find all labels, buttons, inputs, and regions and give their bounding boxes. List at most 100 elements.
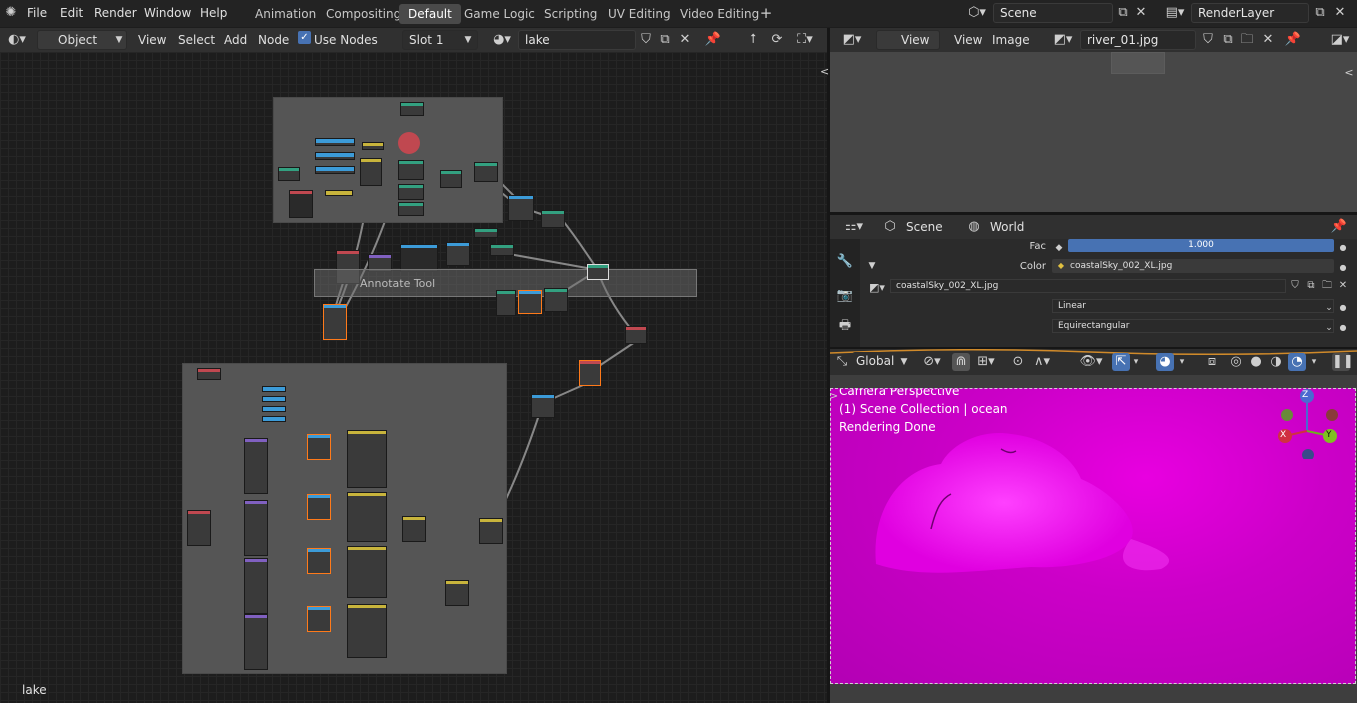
unlink-material-icon[interactable]: ✕ <box>677 31 693 49</box>
tab-video-editing[interactable]: Video Editing <box>671 4 768 24</box>
render-tab-icon[interactable]: 📷 <box>836 287 854 305</box>
pin-icon[interactable]: 📌 <box>1284 31 1302 49</box>
overlay-icon[interactable]: ⟳ <box>768 31 786 49</box>
xray-icon[interactable]: ⧈ <box>1204 353 1220 371</box>
rendered-shading-icon[interactable]: ◔ <box>1288 353 1306 371</box>
ne-menu-add[interactable]: Add <box>224 31 247 49</box>
fac-slider[interactable]: 1.000 <box>1068 239 1334 252</box>
chevron-down-icon[interactable]: ▾ <box>1130 353 1142 371</box>
visibility-icon[interactable]: 👁▾ <box>1076 353 1106 371</box>
editor-type-icon[interactable]: ◐▾ <box>4 31 30 49</box>
material-shading-icon[interactable]: ◑ <box>1268 353 1284 371</box>
duplicate-layer-icon[interactable]: ⧉ <box>1311 4 1329 22</box>
close-layer-icon[interactable]: ✕ <box>1333 4 1347 22</box>
menu-render[interactable]: Render <box>94 4 137 22</box>
duplicate-image-icon[interactable]: ⧉ <box>1220 31 1236 49</box>
animate-dot-icon[interactable]: ● <box>1338 239 1348 257</box>
editor-type-icon[interactable]: ⚏▾ <box>840 218 868 236</box>
pause-render-icon[interactable]: ❚❚ <box>1332 353 1354 371</box>
keyframe-icon[interactable]: ◆ <box>1054 239 1064 257</box>
tab-default[interactable]: Default <box>399 4 461 24</box>
breadcrumb-world[interactable]: World <box>990 218 1024 236</box>
fake-user-shield-icon[interactable]: ⛉ <box>1288 277 1302 295</box>
ne-menu-view[interactable]: View <box>138 31 166 49</box>
scene-name-field[interactable]: Scene <box>993 3 1113 23</box>
display-channels-icon[interactable]: ◪▾ <box>1326 31 1354 49</box>
image-datablock-field[interactable]: coastalSky_002_XL.jpg <box>890 279 1286 293</box>
snap-icon[interactable]: ⋒ <box>952 353 970 371</box>
duplicate-scene-icon[interactable]: ⧉ <box>1114 4 1132 22</box>
properties-tab-bar: 🔧 📷 🖶 <box>830 239 860 347</box>
snapping-icon[interactable]: ⛶▾ <box>790 31 820 49</box>
image-name-field[interactable]: river_01.jpg <box>1080 30 1196 50</box>
fac-label: Fac <box>1029 241 1046 252</box>
use-nodes-label: Use Nodes <box>314 33 378 47</box>
menu-file[interactable]: File <box>27 4 47 22</box>
render-layer-field[interactable]: RenderLayer <box>1191 3 1309 23</box>
sidebar-toggle-icon[interactable]: < <box>1343 64 1355 82</box>
image-browse-icon[interactable]: ◩▾ <box>866 279 888 297</box>
pivot-point-icon[interactable]: ⊘▾ <box>918 353 946 371</box>
color-input-field[interactable]: coastalSky_002_XL.jpg <box>1052 259 1334 273</box>
falloff-icon[interactable]: ∧▾ <box>1028 353 1056 371</box>
fake-user-shield-icon[interactable]: ⛉ <box>1200 31 1216 49</box>
solid-shading-icon[interactable]: ● <box>1248 353 1264 371</box>
close-scene-icon[interactable]: ✕ <box>1134 4 1148 22</box>
ie-menu-image[interactable]: Image <box>992 31 1030 49</box>
navigation-gizmo[interactable] <box>1276 389 1346 459</box>
ne-menu-node[interactable]: Node <box>258 31 289 49</box>
breadcrumb-scene[interactable]: Scene <box>906 218 943 236</box>
add-workspace-icon[interactable]: + <box>758 4 774 22</box>
animate-dot-icon[interactable]: ● <box>1338 299 1348 317</box>
use-nodes-checkbox[interactable]: ✓ <box>298 31 311 44</box>
wireframe-shading-icon[interactable]: ◎ <box>1228 353 1244 371</box>
pin-icon[interactable]: 📌 <box>1330 218 1348 236</box>
ne-menu-select[interactable]: Select <box>178 31 215 49</box>
gizmo-icon[interactable]: ⇱ <box>1112 353 1130 371</box>
node-frame[interactable] <box>182 363 507 674</box>
open-folder-icon[interactable]: 🗀 <box>1320 277 1334 295</box>
proportional-edit-icon[interactable]: ⊙ <box>1010 353 1026 371</box>
parent-tree-icon[interactable]: ⭡ <box>744 31 762 49</box>
material-name-field[interactable]: lake <box>518 30 636 50</box>
menu-help[interactable]: Help <box>200 4 227 22</box>
menu-edit[interactable]: Edit <box>60 4 83 22</box>
render-layer-icon[interactable]: ▤▾ <box>1162 4 1188 22</box>
projection-dropdown[interactable]: Equirectangular <box>1052 319 1334 333</box>
editor-type-icon[interactable]: ◩▾ <box>838 31 866 49</box>
toolbar-toggle-icon[interactable]: > <box>829 388 839 406</box>
animate-dot-icon[interactable]: ● <box>1338 259 1348 277</box>
pin-icon[interactable]: 📌 <box>704 31 722 49</box>
image-editor-canvas[interactable]: < <box>830 52 1357 212</box>
menu-window[interactable]: Window <box>144 4 191 22</box>
animate-dot-icon[interactable]: ● <box>1338 319 1348 337</box>
output-tab-icon[interactable]: 🖶 <box>836 317 854 335</box>
ie-menu-view[interactable]: View <box>954 31 982 49</box>
transform-orientation-icon[interactable]: ⤡ <box>834 353 850 371</box>
material-browse-icon[interactable]: ◕▾ <box>488 31 516 49</box>
overlays-icon[interactable]: ◕ <box>1156 353 1174 371</box>
open-folder-icon[interactable]: 🗀 <box>1238 31 1256 49</box>
unlink-image-icon[interactable]: ✕ <box>1260 31 1276 49</box>
tool-tab-icon[interactable]: 🔧 <box>836 253 854 271</box>
chevron-down-icon[interactable]: ▾ <box>1176 353 1188 371</box>
properties-header: ⚏▾ ⬡ Scene ◍ World 📌 <box>830 215 1357 239</box>
interpolation-dropdown[interactable]: Linear <box>1052 299 1334 313</box>
tab-uv-editing[interactable]: UV Editing <box>599 4 680 24</box>
fake-user-shield-icon[interactable]: ⛉ <box>638 31 654 49</box>
duplicate-image-icon[interactable]: ⧉ <box>1304 277 1318 295</box>
duplicate-material-icon[interactable]: ⧉ <box>656 31 674 49</box>
snap-target-icon[interactable]: ⊞▾ <box>972 353 1000 371</box>
chevron-down-icon[interactable]: ▾ <box>1308 353 1320 371</box>
blender-logo-icon[interactable]: ✺ <box>3 4 19 22</box>
tab-animation[interactable]: Animation <box>246 4 325 24</box>
node-editor-canvas[interactable]: Annotate Tool <box>0 52 827 703</box>
scene-icon[interactable]: ⬡▾ <box>964 4 990 22</box>
expand-triangle-icon[interactable]: ▼ <box>866 257 878 275</box>
tab-scripting[interactable]: Scripting <box>535 4 606 24</box>
unlink-image-icon[interactable]: ✕ <box>1336 277 1350 295</box>
view-mode-dropdown[interactable]: View <box>876 30 940 50</box>
tab-compositing[interactable]: Compositing <box>317 4 410 24</box>
tab-game-logic[interactable]: Game Logic <box>455 4 544 24</box>
image-browse-icon[interactable]: ◩▾ <box>1048 31 1078 49</box>
